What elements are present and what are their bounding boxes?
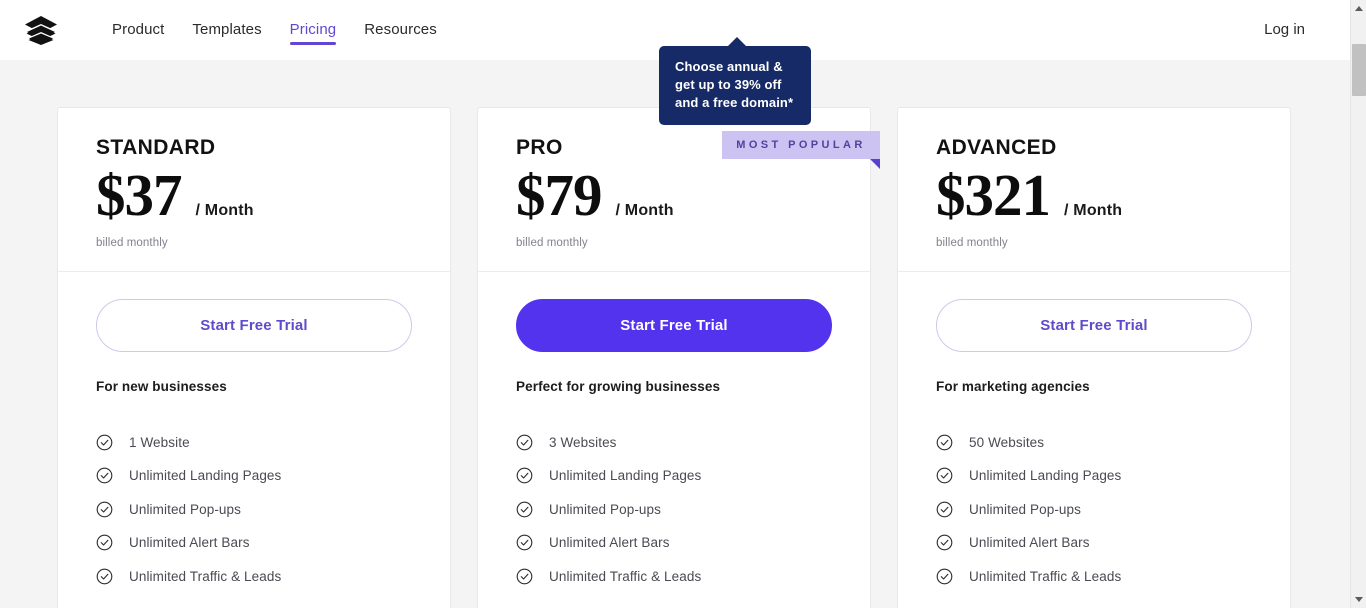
pricing-cards-container: STANDARD $37 / Month billed monthly Star…	[57, 107, 1291, 608]
check-circle-icon	[516, 434, 533, 451]
scroll-down-arrow-icon[interactable]	[1351, 591, 1366, 608]
check-circle-icon	[936, 568, 953, 585]
check-circle-icon	[936, 468, 953, 484]
feature-label: Unlimited Traffic & Leads	[129, 568, 282, 584]
list-item: Unlimited Pop-ups	[96, 493, 412, 527]
check-circle-icon	[96, 434, 113, 451]
plan-price: $37	[96, 162, 182, 228]
nav-link-pricing[interactable]: Pricing	[289, 0, 337, 60]
feature-list: 1 Website Unlimited Landing Pages Unlimi…	[96, 426, 412, 594]
annual-discount-tooltip: Choose annual & get up to 39% off and a …	[659, 37, 811, 125]
billing-note: billed monthly	[516, 236, 588, 249]
pricing-card-advanced: ADVANCED $321 / Month billed monthly Sta…	[897, 107, 1291, 608]
billing-note: billed monthly	[936, 236, 1008, 249]
feature-label: Unlimited Alert Bars	[129, 535, 250, 551]
card-body: Start Free Trial For marketing agencies …	[898, 272, 1290, 604]
plan-price: $79	[516, 162, 602, 228]
feature-label: 3 Websites	[549, 434, 617, 450]
feature-label: 1 Website	[129, 434, 190, 450]
pricing-card-pro: PRO $79 / Month billed monthly Start Fre…	[477, 107, 871, 608]
most-popular-badge: MOST POPULAR	[722, 131, 880, 169]
plan-name: ADVANCED	[936, 136, 1057, 159]
plan-period: / Month	[615, 202, 674, 219]
plan-tagline: For new businesses	[96, 378, 227, 394]
plan-period: / Month	[195, 202, 254, 219]
list-item: 1 Website	[96, 426, 412, 460]
start-free-trial-button[interactable]: Start Free Trial	[96, 298, 412, 352]
plan-period: / Month	[1064, 202, 1123, 219]
feature-label: Unlimited Alert Bars	[969, 535, 1090, 551]
plan-tagline: Perfect for growing businesses	[516, 378, 721, 394]
page-scrollbar[interactable]	[1350, 0, 1366, 608]
feature-label: Unlimited Landing Pages	[549, 468, 702, 484]
check-circle-icon	[516, 535, 533, 551]
feature-label: Unlimited Landing Pages	[129, 468, 282, 484]
list-item: Unlimited Traffic & Leads	[96, 560, 412, 594]
feature-label: Unlimited Pop-ups	[549, 501, 662, 517]
list-item: Unlimited Alert Bars	[936, 526, 1252, 560]
feature-list: 3 Websites Unlimited Landing Pages Unlim…	[516, 426, 832, 594]
feature-label: Unlimited Alert Bars	[549, 535, 670, 551]
check-circle-icon	[936, 434, 953, 451]
feature-label: Unlimited Pop-ups	[969, 501, 1082, 517]
list-item: Unlimited Landing Pages	[96, 459, 412, 493]
price-row: $37 / Month	[96, 162, 412, 228]
check-circle-icon	[96, 468, 113, 484]
list-item: Unlimited Landing Pages	[516, 459, 832, 493]
check-circle-icon	[516, 468, 533, 484]
list-item: Unlimited Pop-ups	[516, 493, 832, 527]
check-circle-icon	[516, 568, 533, 585]
feature-label: Unlimited Traffic & Leads	[549, 568, 702, 584]
login-link[interactable]: Log in	[1264, 21, 1305, 38]
check-circle-icon	[516, 501, 533, 518]
list-item: Unlimited Traffic & Leads	[936, 560, 1252, 594]
check-circle-icon	[96, 501, 113, 518]
feature-label: Unlimited Pop-ups	[129, 501, 242, 517]
pricing-card-standard: STANDARD $37 / Month billed monthly Star…	[57, 107, 451, 608]
price-row: $79 / Month	[516, 162, 832, 228]
feature-label: Unlimited Landing Pages	[969, 468, 1122, 484]
scrollbar-thumb[interactable]	[1352, 44, 1366, 96]
layers-stack-icon[interactable]	[22, 11, 60, 49]
list-item: Unlimited Alert Bars	[96, 526, 412, 560]
primary-nav-links: Product Templates Pricing Resources	[112, 0, 437, 60]
card-header: ADVANCED $321 / Month billed monthly	[898, 108, 1290, 272]
check-circle-icon	[936, 535, 953, 551]
plan-price: $321	[936, 162, 1051, 228]
list-item: 3 Websites	[516, 426, 832, 460]
list-item: Unlimited Landing Pages	[936, 459, 1252, 493]
check-circle-icon	[936, 501, 953, 518]
feature-label: 50 Websites	[969, 434, 1045, 450]
list-item: Unlimited Traffic & Leads	[516, 560, 832, 594]
scroll-up-arrow-icon[interactable]	[1351, 0, 1366, 17]
list-item: Unlimited Pop-ups	[936, 493, 1252, 527]
start-free-trial-button[interactable]: Start Free Trial	[936, 298, 1252, 352]
billing-note: billed monthly	[96, 236, 168, 249]
card-body: Start Free Trial Perfect for growing bus…	[478, 272, 870, 604]
price-row: $321 / Month	[936, 162, 1252, 228]
plan-tagline: For marketing agencies	[936, 378, 1090, 394]
list-item: Unlimited Alert Bars	[516, 526, 832, 560]
page-root: Product Templates Pricing Resources Log …	[0, 0, 1366, 608]
nav-link-templates[interactable]: Templates	[192, 0, 261, 60]
nav-link-resources[interactable]: Resources	[364, 0, 437, 60]
list-item: 50 Websites	[936, 426, 1252, 460]
check-circle-icon	[96, 568, 113, 585]
nav-link-product[interactable]: Product	[112, 0, 164, 60]
plan-name: STANDARD	[96, 136, 216, 159]
check-circle-icon	[96, 535, 113, 551]
feature-label: Unlimited Traffic & Leads	[969, 568, 1122, 584]
card-body: Start Free Trial For new businesses 1 We…	[58, 272, 450, 604]
card-header: STANDARD $37 / Month billed monthly	[58, 108, 450, 272]
feature-list: 50 Websites Unlimited Landing Pages Unli…	[936, 426, 1252, 594]
start-free-trial-button[interactable]: Start Free Trial	[516, 298, 832, 352]
